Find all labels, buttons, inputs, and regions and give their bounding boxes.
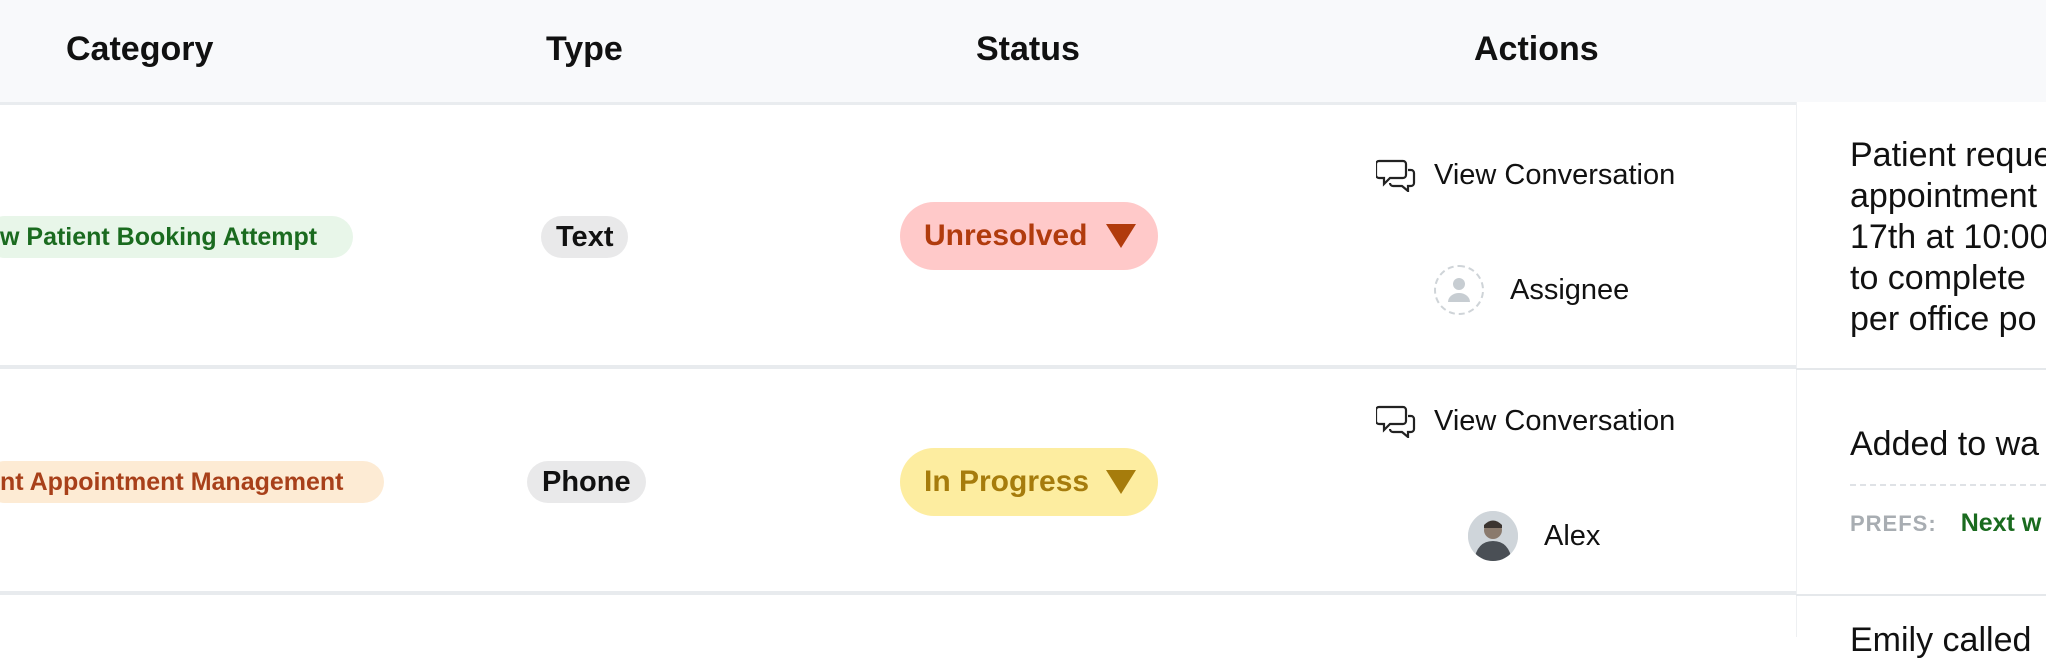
prefs-row: PREFS: Next w [1850, 509, 2041, 538]
note-line: 17th at 10:00 [1850, 218, 2046, 256]
note-line: per office po [1850, 300, 2037, 338]
caret-down-icon [1106, 470, 1136, 494]
divider [1850, 484, 2046, 486]
person-placeholder-icon [1448, 278, 1470, 302]
assignee-label: Assignee [1510, 273, 1630, 306]
prefs-value: Next w [1960, 509, 2042, 537]
row-divider [1796, 594, 2046, 596]
type-badge: Text [541, 216, 629, 258]
view-conversation-button[interactable]: View Conversation [1376, 404, 1675, 438]
category-badge: w Patient Booking Attempt [0, 216, 353, 258]
header-actions: Actions [1474, 30, 1599, 68]
chat-bubbles-icon [1376, 159, 1416, 192]
avatar [1434, 265, 1484, 315]
header-status[interactable]: Status [976, 30, 1080, 69]
status-label: In Progress [924, 465, 1090, 498]
notes-text: Added to wa [1850, 425, 2040, 463]
prefs-label: PREFS: [1850, 511, 1937, 536]
notes-text: Emily called [1850, 621, 2032, 659]
note-line: appointment [1850, 177, 2038, 215]
row-divider [1796, 368, 2046, 370]
note-line: Patient reque [1850, 136, 2046, 174]
view-conversation-label: View Conversation [1434, 158, 1676, 191]
status-dropdown[interactable]: In Progress [900, 448, 1158, 516]
note-line: to complete [1850, 259, 2026, 297]
type-badge: Phone [527, 461, 646, 503]
header-type[interactable]: Type [546, 30, 623, 69]
caret-down-icon [1106, 224, 1136, 248]
category-badge: nt Appointment Management [0, 461, 384, 503]
view-conversation-button[interactable]: View Conversation [1376, 158, 1675, 192]
avatar [1468, 511, 1518, 561]
status-dropdown[interactable]: Unresolved [900, 202, 1158, 270]
assignee-selector[interactable]: Assignee [1434, 265, 1629, 315]
header-category[interactable]: Category [66, 30, 213, 69]
notes-text: Patient reque appointment 17th at 10:00 … [1850, 135, 2046, 340]
user-photo-icon [1468, 511, 1518, 561]
view-conversation-label: View Conversation [1434, 404, 1676, 437]
assignee-selector[interactable]: Alex [1468, 511, 1600, 561]
chat-bubbles-icon [1376, 405, 1416, 438]
assignee-label: Alex [1544, 519, 1601, 552]
row-divider [0, 591, 1796, 595]
status-label: Unresolved [924, 219, 1088, 252]
